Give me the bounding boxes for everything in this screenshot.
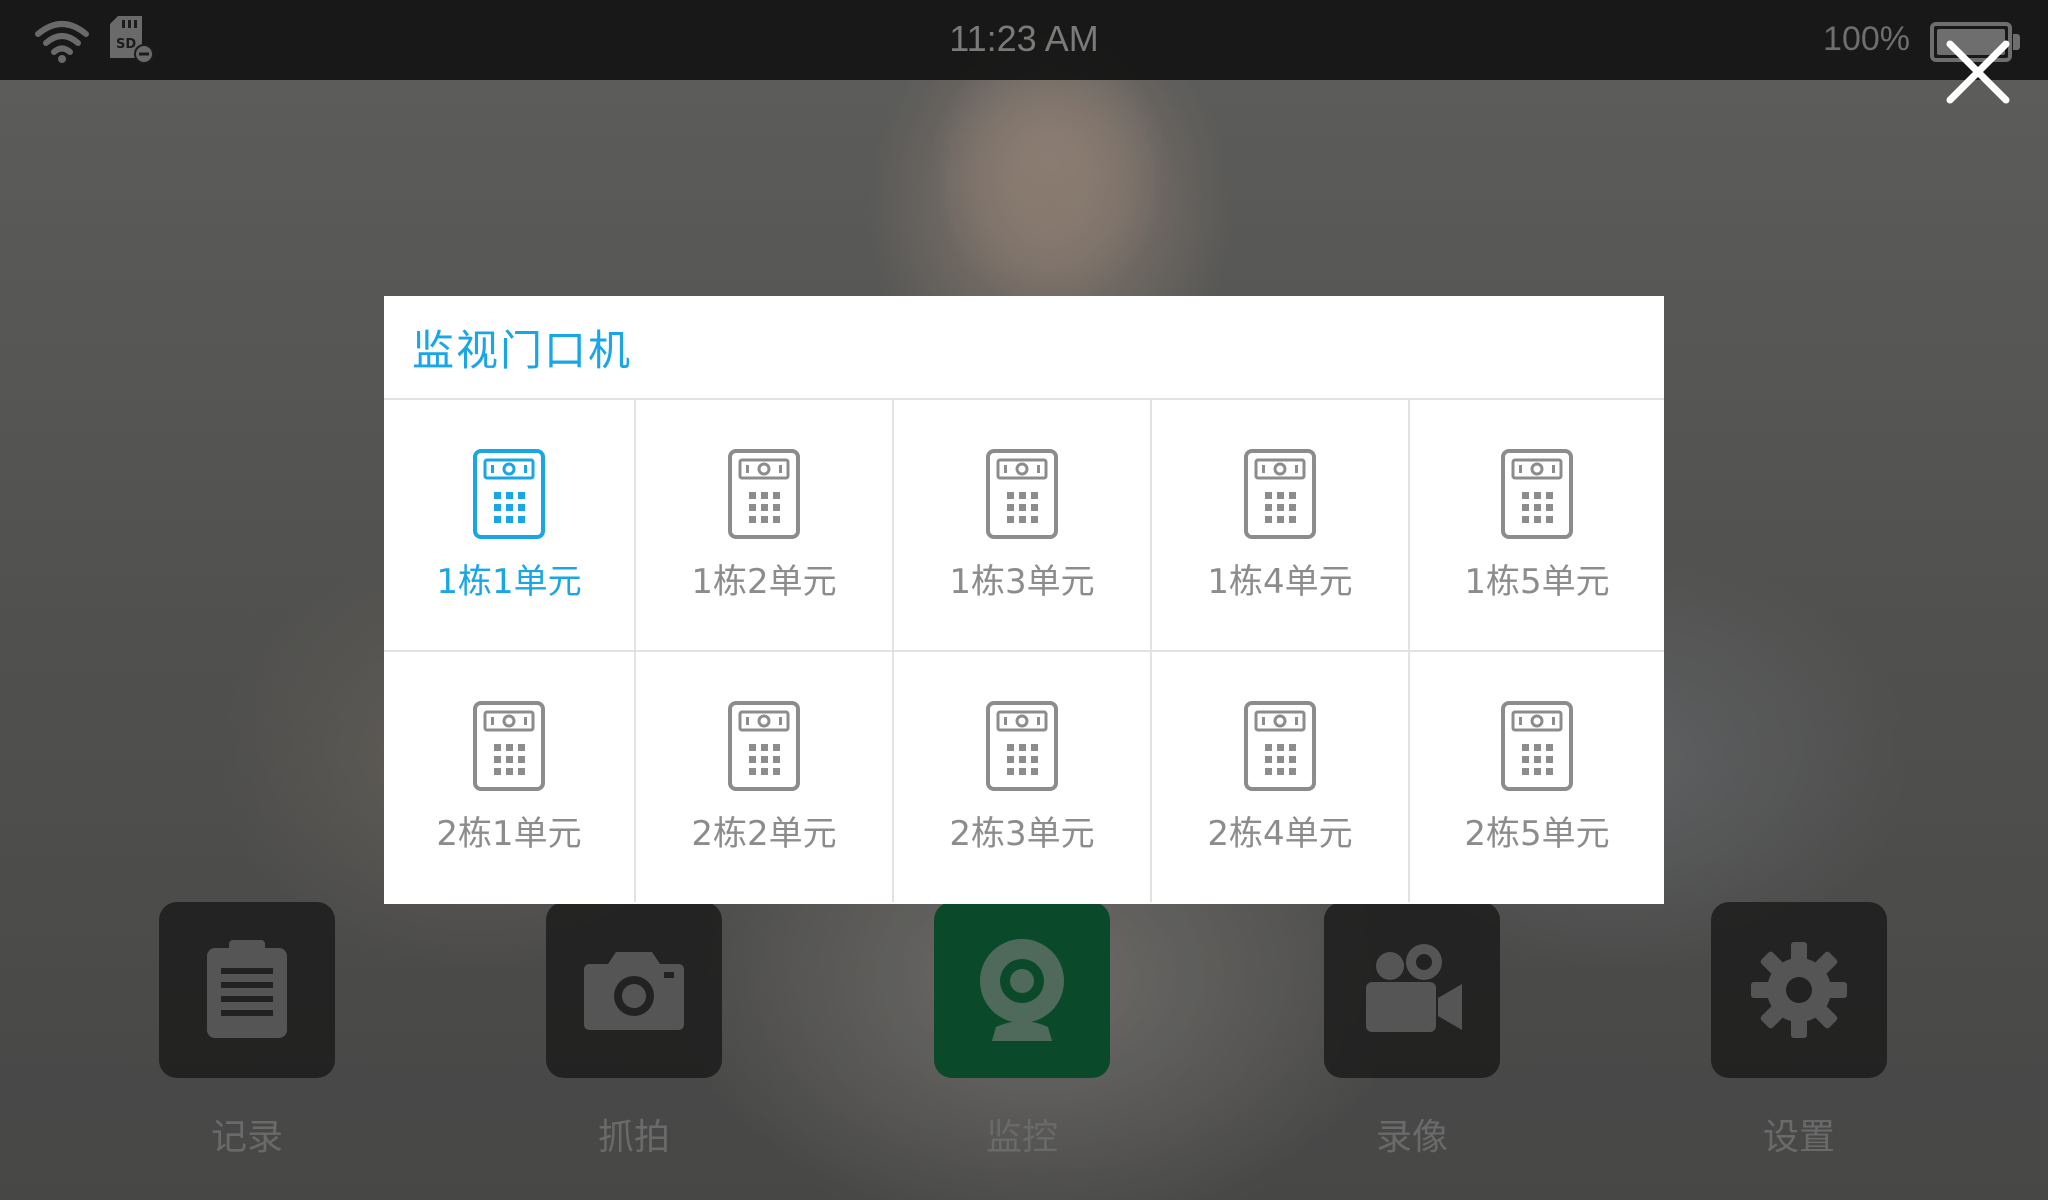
dock-item-records[interactable]: 记录	[159, 902, 335, 1160]
unit-label: 2栋2单元	[691, 814, 837, 854]
unit-label: 2栋1单元	[436, 814, 582, 854]
monitor-door-station-dialog: 监视门口机 1栋1单元 1栋2单元 1栋3单元 1栋4单元 1栋5单元 2栋1单…	[384, 296, 1664, 904]
unit-cell[interactable]: 2栋3单元	[894, 652, 1152, 902]
unit-label: 1栋4单元	[1207, 562, 1353, 602]
door-station-icon	[986, 701, 1058, 791]
wifi-icon	[35, 21, 89, 63]
unit-cell[interactable]: 1栋3单元	[894, 400, 1152, 652]
dock-label: 抓拍	[597, 1117, 670, 1158]
unit-label: 2栋3单元	[949, 814, 1095, 854]
unit-label: 1栋1单元	[436, 562, 582, 602]
door-station-icon	[728, 701, 800, 791]
close-icon[interactable]	[1940, 34, 2016, 110]
unit-cell[interactable]: 1栋5单元	[1410, 400, 1664, 652]
svg-text:SD: SD	[116, 37, 136, 52]
door-station-icon	[986, 449, 1058, 539]
door-station-icon	[473, 701, 545, 791]
clock: 11:23 AM	[949, 18, 1099, 59]
dock-label: 设置	[1762, 1117, 1835, 1158]
dialog-header: 监视门口机	[384, 296, 1664, 400]
unit-cell[interactable]: 2栋4单元	[1152, 652, 1410, 902]
door-station-icon	[728, 449, 800, 539]
gear-icon	[1751, 942, 1847, 1038]
unit-cell[interactable]: 2栋2单元	[636, 652, 894, 902]
unit-cell[interactable]: 1栋4单元	[1152, 400, 1410, 652]
unit-cell[interactable]: 2栋1单元	[384, 652, 636, 902]
unit-cell[interactable]: 2栋5单元	[1410, 652, 1664, 902]
webcam-icon	[980, 939, 1064, 1041]
unit-grid: 1栋1单元 1栋2单元 1栋3单元 1栋4单元 1栋5单元 2栋1单元 2栋2单…	[384, 400, 1664, 902]
unit-label: 1栋5单元	[1464, 562, 1610, 602]
dock-tile[interactable]	[546, 902, 722, 1078]
dock-item-settings[interactable]: 设置	[1711, 902, 1887, 1160]
clipboard-icon	[207, 940, 287, 1038]
unit-label: 2栋4单元	[1207, 814, 1353, 854]
door-station-icon	[1501, 701, 1573, 791]
sd-card-icon: SD	[110, 16, 154, 64]
status-bar: SD 11:23 AM 100%	[0, 0, 2048, 80]
unit-cell[interactable]: 1栋2单元	[636, 400, 894, 652]
dock-tile-active[interactable]	[934, 902, 1110, 1078]
dock-label: 记录	[210, 1117, 283, 1158]
dialog-title: 监视门口机	[412, 325, 633, 375]
battery-percent: 100%	[1823, 20, 1910, 58]
dock-label: 录像	[1375, 1117, 1448, 1158]
door-station-icon	[1244, 449, 1316, 539]
door-station-icon	[473, 449, 545, 539]
dock-item-monitor[interactable]: 监控	[934, 902, 1110, 1160]
unit-label: 1栋3单元	[949, 562, 1095, 602]
unit-label: 1栋2单元	[691, 562, 837, 602]
dock-label: 监控	[985, 1117, 1058, 1158]
door-station-icon	[1244, 701, 1316, 791]
dock-item-snapshot[interactable]: 抓拍	[546, 902, 722, 1160]
dock-item-recording[interactable]: 录像	[1324, 902, 1500, 1160]
video-camera-icon	[1366, 944, 1462, 1032]
door-station-icon	[1501, 449, 1573, 539]
dock-tile[interactable]	[1711, 902, 1887, 1078]
dock-tile[interactable]	[159, 902, 335, 1078]
dock-tile[interactable]	[1324, 902, 1500, 1078]
unit-cell[interactable]: 1栋1单元	[384, 400, 636, 652]
camera-icon	[584, 952, 684, 1030]
unit-label: 2栋5单元	[1464, 814, 1610, 854]
